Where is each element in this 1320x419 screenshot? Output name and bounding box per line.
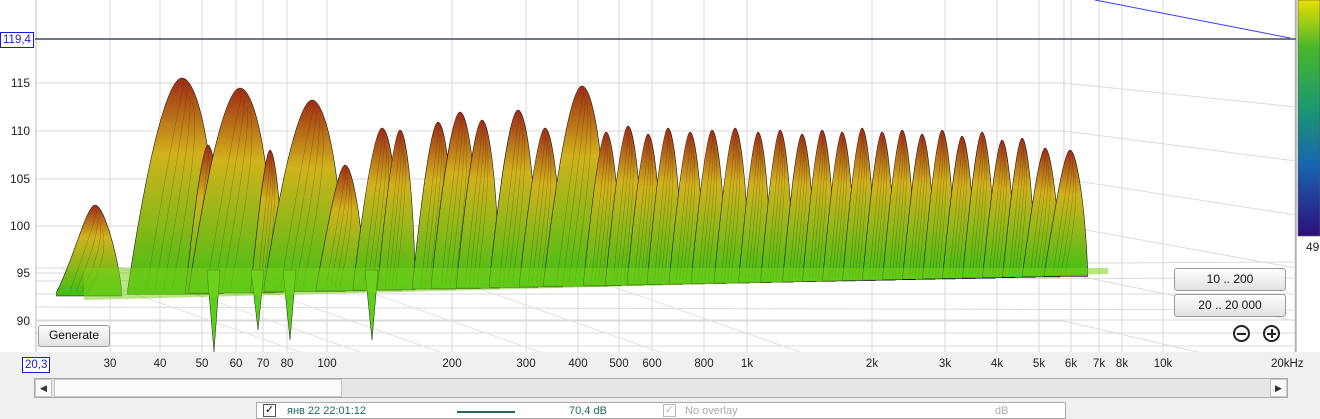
x-tick-label: 60	[229, 358, 243, 370]
x-tick-label: 200	[442, 358, 462, 370]
x-start-readout: 20,3	[22, 357, 51, 373]
scroll-left-arrow-icon[interactable]: ◀	[35, 379, 52, 397]
overlay-checkbox[interactable]: ✓	[663, 404, 676, 417]
x-tick-label: 2k	[865, 358, 879, 370]
zoom-in-icon[interactable]	[1263, 325, 1280, 342]
measurement-name: янв 22 22:01:12	[287, 405, 367, 417]
y-tick-label: 105	[9, 172, 30, 186]
horizontal-scrollbar[interactable]: ◀ ▶	[34, 378, 1288, 398]
x-tick-label: 6k	[1064, 358, 1078, 370]
x-tick-label: 500	[609, 358, 629, 370]
overlay-label: No overlay	[685, 405, 738, 417]
x-tick-label: 70	[256, 358, 270, 370]
scroll-right-arrow-icon[interactable]: ▶	[1270, 379, 1287, 397]
x-tick-label: 5k	[1032, 358, 1046, 370]
x-tick-label: 1k	[740, 358, 754, 370]
measurement-value: 70,4 dB	[569, 405, 607, 417]
unit-label: dB	[995, 405, 1009, 417]
range-20-20000-button[interactable]: 20 .. 20 000	[1174, 294, 1286, 317]
measurement-line-swatch	[457, 411, 515, 413]
scrollbar-thumb[interactable]	[54, 379, 342, 397]
waterfall-plot[interactable]	[0, 0, 1320, 352]
generate-button[interactable]: Generate	[38, 325, 110, 347]
x-tick-label: 50	[195, 358, 209, 370]
y-tick-label: 95	[16, 266, 30, 280]
x-tick-label: 400	[568, 358, 588, 370]
x-tick-label: 3k	[938, 358, 952, 370]
y-tick-label: 115	[10, 76, 30, 90]
x-tick-label: 10k	[1153, 358, 1173, 370]
colorbar	[1297, 0, 1320, 237]
x-tick-label: 30	[103, 358, 117, 370]
measurement-checkbox[interactable]: ✓	[263, 404, 276, 417]
x-tick-label: 4k	[990, 358, 1004, 370]
x-tick-label: 600	[642, 358, 662, 370]
x-tick-label: 20kHz	[1271, 358, 1304, 370]
y-tick-label: 110	[10, 124, 30, 138]
x-tick-label: 80	[280, 358, 294, 370]
x-tick-label: 7k	[1092, 358, 1106, 370]
y-cursor-readout: 119,4	[0, 32, 34, 48]
y-tick-label: 100	[9, 219, 30, 233]
x-tick-label: 300	[516, 358, 536, 370]
x-tick-label: 100	[317, 358, 337, 370]
x-tick-label: 40	[153, 358, 167, 370]
range-10-200-button[interactable]: 10 .. 200	[1174, 268, 1286, 291]
x-tick-label: 8k	[1115, 358, 1129, 370]
y-tick-label: 90	[16, 314, 30, 328]
x-tick-label: 800	[694, 358, 714, 370]
measurement-legend: ✓ янв 22 22:01:12 70,4 dB ✓ No overlay d…	[256, 402, 1066, 419]
colorbar-bottom-label: 49	[1306, 240, 1320, 254]
zoom-out-icon[interactable]	[1233, 325, 1250, 342]
